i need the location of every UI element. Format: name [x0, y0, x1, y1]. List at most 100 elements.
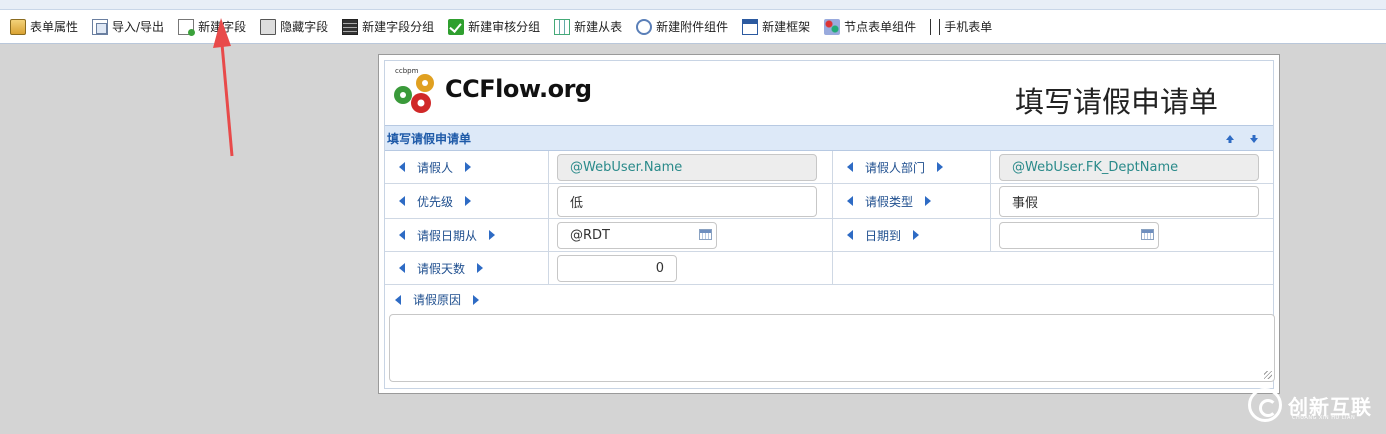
- form-body: ccbpm CCFlow.org 填写请假申请单 填写请假申请单 请假人 @We…: [384, 60, 1275, 389]
- section-title: 填写请假申请单: [387, 131, 472, 146]
- date-to-label-cell: 日期到: [833, 219, 991, 251]
- priority-value-cell: 低: [549, 184, 833, 218]
- node-form-icon: [824, 18, 841, 35]
- toolbar-form-properties[interactable]: 表单属性: [10, 15, 78, 39]
- check-icon: [448, 18, 465, 35]
- date-from-field[interactable]: @RDT: [557, 222, 717, 249]
- move-left-icon[interactable]: [847, 196, 853, 206]
- move-left-icon[interactable]: [847, 230, 853, 240]
- priority-label: 优先级: [417, 194, 454, 209]
- move-left-icon[interactable]: [399, 196, 405, 206]
- toolbar-label: 新建从表: [574, 20, 623, 34]
- type-label: 请假类型: [865, 194, 914, 209]
- toolbar-import-export[interactable]: 导入/导出: [92, 15, 164, 39]
- attachment-icon: [636, 18, 653, 35]
- priority-label-cell: 优先级: [385, 184, 549, 218]
- field-group-icon: [342, 18, 359, 35]
- toolbar-label: 隐藏字段: [280, 20, 329, 34]
- import-export-icon: [92, 18, 109, 35]
- top-strip: [0, 0, 1386, 10]
- date-from-label-cell: 请假日期从: [385, 219, 549, 251]
- move-down-icon[interactable]: [1249, 134, 1259, 144]
- watermark: 创新互联 CHUANG XIN HU LIAN: [1248, 388, 1372, 422]
- section-header[interactable]: 填写请假申请单: [385, 125, 1273, 151]
- toolbar-label: 手机表单: [944, 20, 993, 34]
- reason-textarea[interactable]: [389, 314, 1275, 382]
- type-field[interactable]: 事假: [999, 186, 1259, 217]
- table-row: 请假原因: [385, 285, 1273, 314]
- ccflow-logo: ccbpm CCFlow.org: [389, 67, 592, 113]
- move-right-icon[interactable]: [473, 294, 480, 305]
- toolbar-label: 新建字段: [198, 20, 247, 34]
- move-right-icon[interactable]: [489, 230, 496, 240]
- toolbar-label: 新建字段分组: [362, 20, 435, 34]
- toolbar-new-field[interactable]: 新建字段: [178, 15, 246, 39]
- table-icon: [554, 18, 571, 35]
- frame-icon: [742, 18, 759, 35]
- toolbar-label: 新建框架: [762, 20, 811, 34]
- date-from-value: @RDT: [570, 228, 610, 243]
- applicant-field[interactable]: @WebUser.Name: [557, 154, 817, 181]
- dept-label-cell: 请假人部门: [833, 151, 991, 183]
- toolbar-label: 导入/导出: [112, 20, 165, 34]
- toolbar-node-form[interactable]: 节点表单组件: [824, 15, 916, 39]
- reason-label-cell: 请假原因: [385, 285, 1273, 314]
- dept-value-cell: @WebUser.FK_DeptName: [991, 151, 1273, 183]
- toolbar-new-check-group[interactable]: 新建审核分组: [448, 15, 540, 39]
- type-value-cell: 事假: [991, 184, 1273, 218]
- move-left-icon[interactable]: [399, 263, 405, 273]
- days-label-cell: 请假天数: [385, 252, 549, 284]
- toolbar-new-field-group[interactable]: 新建字段分组: [342, 15, 434, 39]
- dept-field[interactable]: @WebUser.FK_DeptName: [999, 154, 1259, 181]
- days-field[interactable]: 0: [557, 255, 677, 282]
- date-to-label: 日期到: [865, 228, 902, 243]
- dept-label: 请假人部门: [865, 160, 926, 175]
- calendar-icon[interactable]: [699, 229, 712, 240]
- date-to-value-cell: [991, 219, 1273, 251]
- watermark-logo-icon: [1248, 388, 1282, 422]
- move-right-icon[interactable]: [465, 162, 472, 172]
- move-left-icon[interactable]: [847, 162, 853, 172]
- days-label: 请假天数: [417, 261, 466, 276]
- gears-icon: [394, 74, 434, 113]
- move-right-icon[interactable]: [465, 196, 472, 206]
- toolbar-label: 新建附件组件: [656, 20, 729, 34]
- applicant-label-cell: 请假人: [385, 151, 549, 183]
- toolbar-mobile-form[interactable]: 手机表单: [930, 15, 992, 39]
- move-right-icon[interactable]: [937, 162, 944, 172]
- toolbar-hidden-field[interactable]: 隐藏字段: [260, 15, 328, 39]
- applicant-label: 请假人: [417, 160, 454, 175]
- move-right-icon[interactable]: [477, 263, 484, 273]
- days-value-cell: 0: [549, 252, 833, 284]
- move-up-icon[interactable]: [1225, 134, 1235, 144]
- toolbar: 表单属性 导入/导出 新建字段 隐藏字段 新建字段分组 新建审核分组 新建从表 …: [0, 10, 1386, 44]
- toolbar-label: 节点表单组件: [844, 20, 917, 34]
- new-field-icon: [178, 18, 196, 36]
- mobile-icon: [930, 18, 941, 35]
- date-from-value-cell: @RDT: [549, 219, 833, 251]
- table-row: 优先级 低 请假类型 事假: [385, 184, 1273, 219]
- move-left-icon[interactable]: [399, 162, 405, 172]
- applicant-value-cell: @WebUser.Name: [549, 151, 833, 183]
- logo-text: CCFlow.org: [445, 75, 592, 103]
- priority-field[interactable]: 低: [557, 186, 817, 217]
- form-title: 填写请假申请单: [1015, 85, 1219, 119]
- toolbar-label: 新建审核分组: [468, 20, 541, 34]
- move-right-icon[interactable]: [913, 230, 920, 240]
- watermark-subtext: CHUANG XIN HU LIAN: [1292, 415, 1356, 421]
- toolbar-new-frame[interactable]: 新建框架: [742, 15, 810, 39]
- table-row: 请假人 @WebUser.Name 请假人部门 @WebUser.FK_Dept…: [385, 151, 1273, 184]
- date-to-field[interactable]: [999, 222, 1159, 249]
- calendar-icon[interactable]: [1141, 229, 1154, 240]
- form-canvas: ccbpm CCFlow.org 填写请假申请单 填写请假申请单 请假人 @We…: [378, 54, 1280, 394]
- reason-label: 请假原因: [413, 293, 462, 307]
- move-right-icon[interactable]: [925, 196, 932, 206]
- move-left-icon[interactable]: [395, 294, 401, 305]
- table-row: 请假天数 0: [385, 252, 1273, 285]
- form-properties-icon: [10, 18, 26, 35]
- toolbar-new-attachment[interactable]: 新建附件组件: [636, 15, 728, 39]
- move-left-icon[interactable]: [399, 230, 405, 240]
- table-row: 请假日期从 @RDT 日期到: [385, 219, 1273, 252]
- toolbar-new-subtable[interactable]: 新建从表: [554, 15, 622, 39]
- resize-grip-icon[interactable]: [1264, 371, 1272, 379]
